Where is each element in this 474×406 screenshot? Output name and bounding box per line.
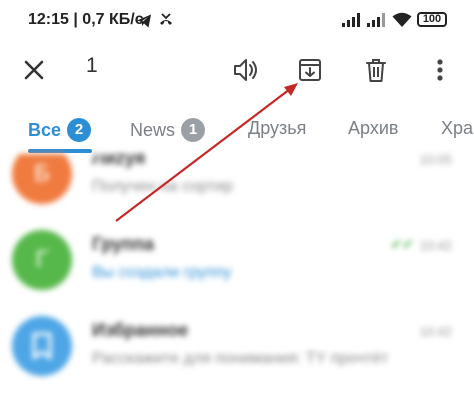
tab-friends[interactable]: Друзья — [248, 118, 306, 139]
avatar-letter: Г — [35, 246, 49, 273]
folder-tabs: Все 2 News 1 Друзья Архив Хра — [0, 108, 474, 154]
tab-saved[interactable]: Хра — [441, 118, 473, 139]
unread-badge: 2 — [67, 118, 92, 142]
signal-icon — [342, 13, 360, 27]
selected-count: 1 — [86, 54, 98, 77]
chat-list: Б Лиzyя Получен на сортир 10:05 Г Группа… — [0, 154, 474, 406]
active-tab-indicator — [28, 149, 92, 153]
saved-messages-icon — [32, 332, 52, 360]
status-time-speed: 12:15 | 0,7 КБ/с — [28, 11, 144, 28]
missed-call-icon — [160, 13, 172, 25]
tab-archive[interactable]: Архив — [348, 118, 398, 139]
tab-all[interactable]: Все 2 — [28, 118, 92, 142]
tab-news[interactable]: News 1 — [130, 118, 206, 142]
tab-label: Все — [28, 120, 62, 140]
avatar: Б — [12, 154, 72, 204]
more-icon[interactable] — [424, 54, 456, 86]
tab-label: Хра — [441, 118, 474, 138]
chat-row[interactable]: Г Группа Вы создали группу ✔✔ 10:42 — [0, 222, 474, 307]
avatar — [12, 316, 72, 376]
avatar: Г — [12, 230, 72, 290]
status-bar: 12:15 | 0,7 КБ/с 100 — [0, 0, 474, 40]
chat-time: 10:05 — [419, 154, 452, 167]
chat-row[interactable]: Б Лиzyя Получен на сортир 10:05 — [0, 154, 474, 221]
chat-title: Лиzyя — [92, 154, 146, 168]
chat-title: Избранное — [92, 320, 189, 340]
selection-action-bar — [0, 40, 474, 100]
delete-icon[interactable] — [360, 54, 392, 86]
chat-time: 10:42 — [419, 324, 452, 339]
close-icon[interactable] — [18, 54, 50, 86]
chat-preview: Получен на сортир — [92, 178, 233, 195]
tab-label: Архив — [348, 118, 399, 138]
chat-title: Группа — [92, 234, 155, 254]
signal-icon — [367, 13, 385, 27]
chat-preview: Вы создали группу — [92, 264, 232, 281]
battery-icon: 100 — [417, 12, 447, 27]
avatar-letter: Б — [34, 160, 50, 187]
telegram-icon — [137, 14, 151, 28]
mute-icon[interactable] — [230, 54, 262, 86]
chat-preview: Расскажите для понимания: TY прочтёт — [92, 350, 389, 367]
archive-icon[interactable] — [294, 54, 326, 86]
battery-level: 100 — [422, 13, 442, 25]
read-check-icon: ✔✔ — [390, 236, 414, 252]
chat-time: 10:42 — [419, 238, 452, 253]
wifi-icon — [392, 12, 412, 27]
unread-badge: 1 — [181, 118, 206, 142]
tab-label: News — [130, 120, 176, 140]
tab-label: Друзья — [248, 118, 307, 138]
chat-row[interactable]: Избранное Расскажите для понимания: TY п… — [0, 308, 474, 393]
